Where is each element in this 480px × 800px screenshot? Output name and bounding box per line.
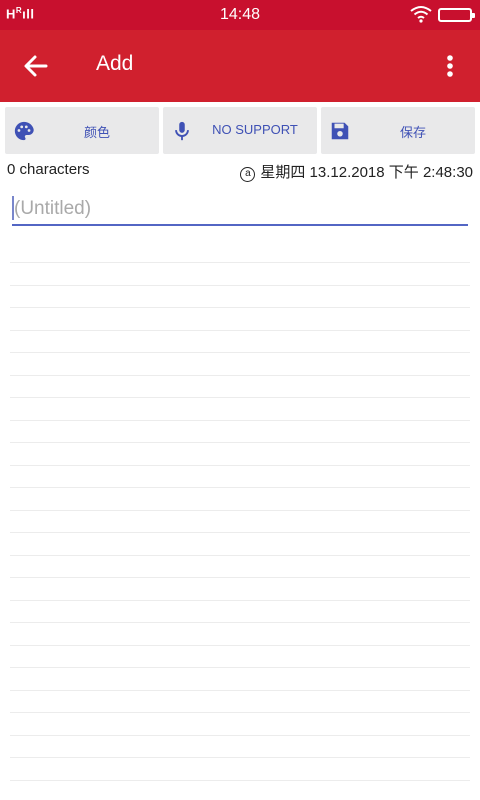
ruled-line [10,532,470,533]
ruled-line [10,554,470,556]
ruled-line [10,667,470,668]
ruled-line [10,419,470,421]
note-body-area[interactable] [10,240,470,800]
arrow-back-icon[interactable] [18,48,54,84]
ruled-line [10,397,470,398]
ruled-line [10,374,470,376]
ruled-line [10,487,470,488]
ruled-line [10,509,470,511]
status-time: 14:48 [219,6,261,23]
ruled-line [10,262,470,263]
ruled-line [10,577,470,578]
ruled-line [10,284,470,286]
voice-button-label: NO SUPPORT [212,122,298,137]
ruled-line [10,329,470,331]
ruled-line [10,622,470,623]
ruled-line [10,689,470,691]
ruled-line [10,644,470,646]
ruled-line [10,464,470,466]
more-vert-icon[interactable] [436,48,464,84]
save-icon [331,122,349,140]
ruled-line [10,712,470,713]
ruled-line [10,599,470,601]
status-bar: HRıll 14:48 [0,0,480,30]
ruled-line [10,779,470,781]
note-title-input[interactable] [12,194,468,226]
datetime-text: 星期四 13.12.2018 下午 2:48:30 [260,164,473,181]
note-meta: 0 characters a 星期四 13.12.2018 下午 2:48:30 [0,158,480,182]
page-title: Add [96,52,134,75]
ruled-line [10,307,470,308]
wifi-icon [410,6,432,23]
text-cursor [12,196,14,220]
ruled-line [10,757,470,758]
note-datetime: a 星期四 13.12.2018 下午 2:48:30 [240,161,473,182]
color-button-label: 颜色 [83,125,110,140]
character-count: 0 characters [7,161,90,178]
auto-date-icon: a [240,167,256,182]
microphone-icon [175,121,189,141]
ruled-line [10,442,470,443]
app-bar: Add [0,30,480,102]
ruled-line [10,734,470,736]
battery-icon [438,8,475,22]
save-button-label: 保存 [399,125,426,140]
note-toolbar: 颜色 NO SUPPORT 保存 [0,102,480,156]
ruled-line [10,352,470,353]
voice-button[interactable]: NO SUPPORT [163,107,317,154]
color-button[interactable]: 颜色 [5,107,159,154]
palette-icon [14,121,34,141]
save-button[interactable]: 保存 [321,107,475,154]
